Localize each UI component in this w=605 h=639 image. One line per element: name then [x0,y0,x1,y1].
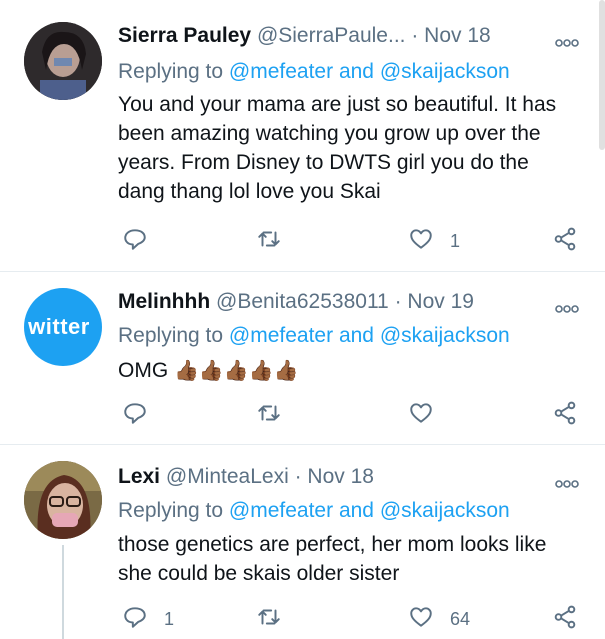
mention-link[interactable]: @mefeater [229,60,333,83]
avatar-photo [24,22,102,100]
avatar[interactable]: witter [24,288,102,366]
action-bar: 1 64 [118,604,605,636]
tweet-header: Lexi @MinteaLexi · Nov 18 [118,465,605,495]
avatar[interactable] [24,22,102,100]
reply-icon [122,400,148,431]
tweet-text: those genetics are perfect, her mom look… [118,533,547,585]
replying-to: Replying to @mefeater and @skaijackson [118,324,510,348]
retweet-icon [256,604,282,635]
timestamp[interactable]: · Nov 18 [411,24,490,47]
thumbs-up-emoji: 👍🏾👍🏾👍🏾👍🏾👍🏾 [174,360,299,382]
reply-icon [122,604,148,635]
replying-to: Replying to @mefeater and @skaijackson [118,60,510,84]
retweet-button[interactable] [256,400,282,431]
handle[interactable]: @MinteaLexi [166,465,289,488]
tweet-1[interactable]: Sierra Pauley @SierraPaule... · Nov 18 R… [0,0,605,270]
display-name[interactable]: Melinhhh [118,290,210,313]
replying-to-label: Replying to [118,499,224,522]
action-bar [118,400,605,432]
display-name[interactable]: Sierra Pauley [118,24,251,47]
handle[interactable]: @Benita62538011 [216,290,389,313]
reply-button[interactable] [122,226,148,257]
avatar-photo [24,461,102,539]
more-icon[interactable] [555,471,579,495]
retweet-icon [256,226,282,257]
handle[interactable]: @SierraPaule... [257,24,406,47]
mention-and: and [338,324,374,347]
like-icon [408,400,434,431]
reply-count: 1 [164,609,175,629]
like-icon [408,604,434,635]
reply-button[interactable] [122,400,148,431]
tweet-3[interactable]: Lexi @MinteaLexi · Nov 18 Replying to @m… [0,445,605,639]
retweet-icon [256,400,282,431]
like-count: 64 [450,609,471,629]
share-button[interactable] [552,226,578,257]
replying-to: Replying to @mefeater and @skaijackson [118,499,510,523]
tweet-header: Sierra Pauley @SierraPaule... · Nov 18 [118,24,605,54]
mention-link[interactable]: @mefeater [229,324,333,347]
display-name[interactable]: Lexi [118,465,160,488]
like-count: 1 [450,231,461,251]
like-icon [408,226,434,257]
share-icon [552,226,578,257]
avatar[interactable] [24,461,102,539]
more-icon[interactable] [555,296,579,320]
thread-line [62,545,64,639]
share-button[interactable] [552,400,578,431]
mention-link[interactable]: @skaijackson [380,324,510,347]
share-button[interactable] [552,604,578,635]
retweet-button[interactable] [256,226,282,257]
share-icon [552,604,578,635]
reply-icon [122,226,148,257]
action-bar: 1 [118,226,605,258]
mention-link[interactable]: @skaijackson [380,499,510,522]
like-button[interactable] [408,400,434,431]
tweet-text-content: OMG [118,359,169,382]
tweet-text: OMG 👍🏾👍🏾👍🏾👍🏾👍🏾 [118,356,568,386]
timestamp[interactable]: · Nov 18 [295,465,374,488]
tweet-text: You and your mama are just so beautiful.… [118,93,557,203]
retweet-button[interactable] [256,604,282,635]
reply-button[interactable]: 1 [122,604,174,635]
like-button[interactable]: 64 [408,604,470,635]
mention-and: and [338,499,374,522]
tweet-2[interactable]: witter Melinhhh @Benita62538011 · Nov 19… [0,272,605,444]
like-button[interactable]: 1 [408,226,460,257]
avatar-text: witter [28,314,90,339]
timestamp[interactable]: · Nov 19 [395,290,474,313]
replying-to-label: Replying to [118,324,224,347]
mention-link[interactable]: @mefeater [229,499,333,522]
mention-and: and [338,60,374,83]
tweet-header: Melinhhh @Benita62538011 · Nov 19 [118,290,605,320]
replying-to-label: Replying to [118,60,224,83]
more-icon[interactable] [555,30,579,54]
mention-link[interactable]: @skaijackson [380,60,510,83]
share-icon [552,400,578,431]
